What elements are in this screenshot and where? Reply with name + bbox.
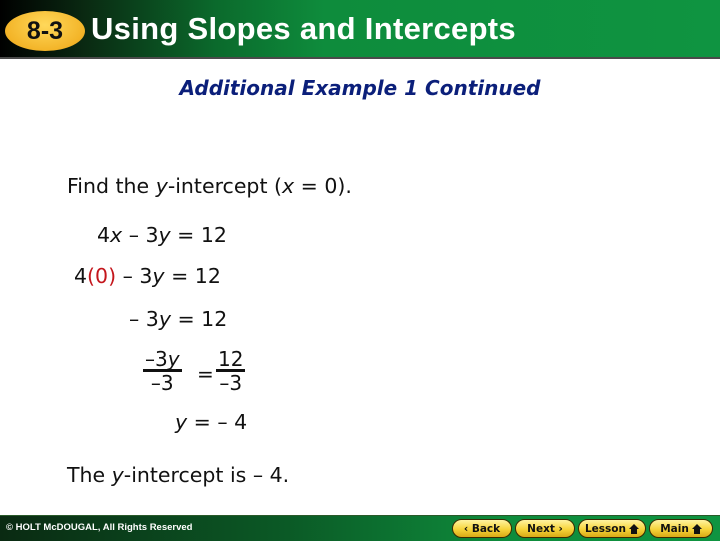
footer-bar: © HOLT McDOUGAL, All Rights Reserved ‹ B… — [0, 515, 720, 541]
next-button[interactable]: Next › — [515, 519, 575, 538]
back-button[interactable]: ‹ Back — [452, 519, 512, 538]
fraction-equals: = — [197, 362, 214, 386]
fraction-left-numerator: –3y — [143, 347, 182, 372]
page-title: Using Slopes and Intercepts — [91, 11, 516, 46]
equation-solution: y = – 4 — [175, 410, 248, 434]
copyright-text: © HOLT McDOUGAL, All Rights Reserved — [6, 522, 193, 533]
fraction-right-numerator: 12 — [216, 347, 246, 372]
lesson-button[interactable]: Lesson — [578, 519, 646, 538]
lesson-number-badge: 8-3 — [5, 11, 85, 51]
equation-simplified: – 3y = 12 — [129, 307, 228, 331]
equation-original: 4x – 3y = 12 — [97, 223, 227, 247]
conclusion-text: The y-intercept is – 4. — [67, 463, 290, 487]
fraction-right-denominator: –3 — [219, 371, 243, 395]
header-divider — [0, 57, 720, 59]
home-icon — [691, 523, 702, 534]
example-subtitle: Additional Example 1 Continued — [179, 76, 541, 100]
substituted-value: (0) — [87, 264, 117, 288]
main-button[interactable]: Main — [649, 519, 713, 538]
fraction-left: –3y –3 — [143, 349, 182, 394]
fraction-left-denominator: –3 — [150, 371, 174, 395]
fraction-right: 12 –3 — [216, 347, 246, 395]
home-icon — [629, 523, 639, 534]
instruction-text: Find the y-intercept (x = 0). — [67, 174, 352, 198]
equation-substituted: 4(0) – 3y = 12 — [74, 264, 221, 288]
